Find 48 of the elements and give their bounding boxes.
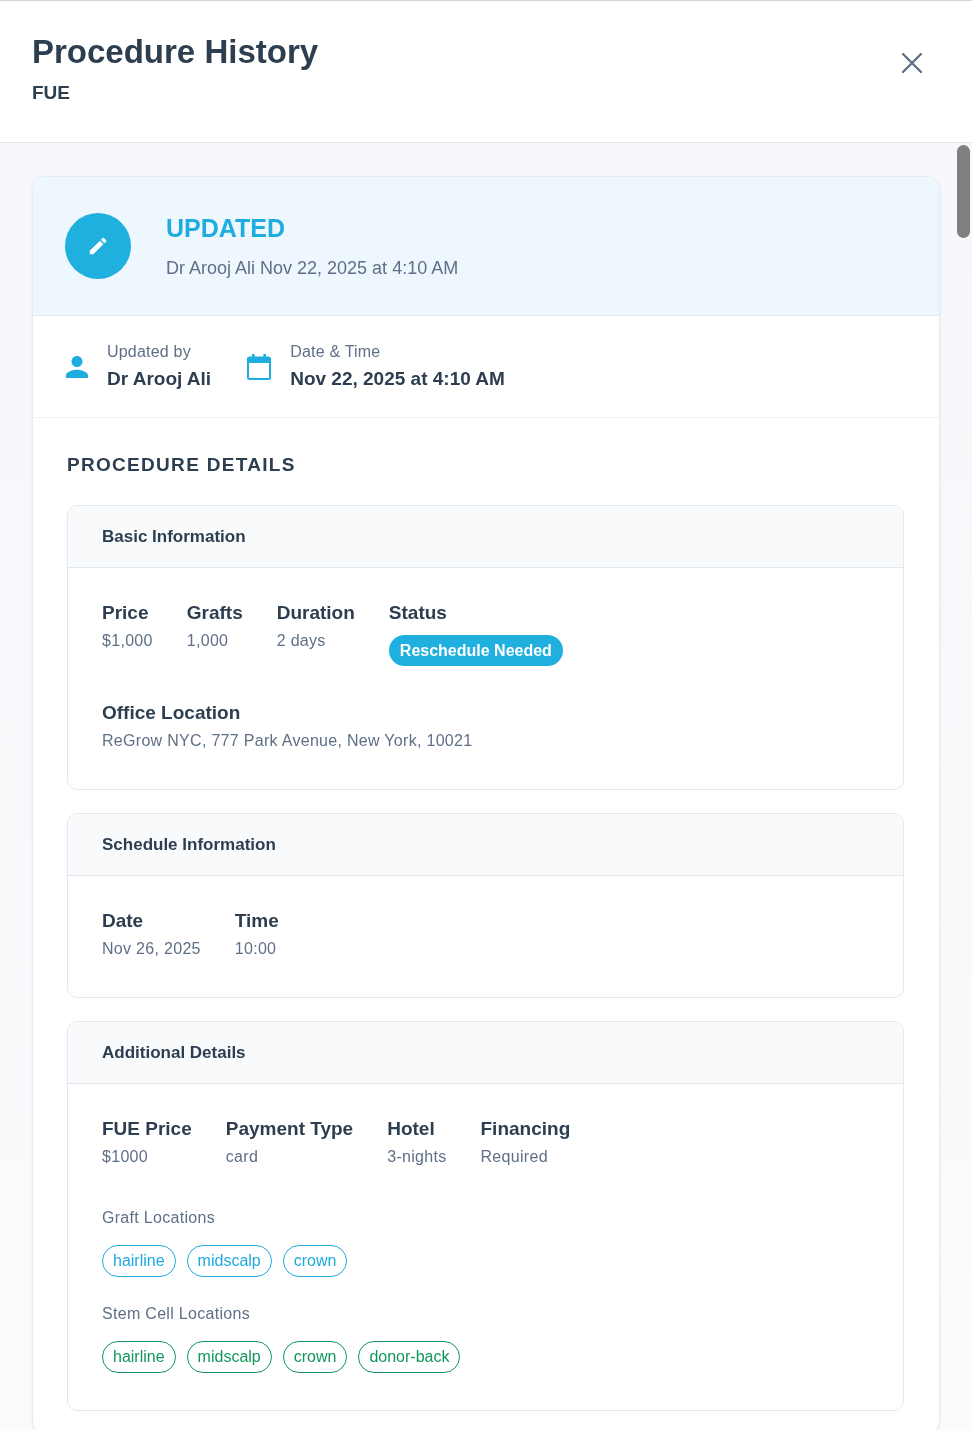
- location-tag: donor-back: [358, 1341, 461, 1373]
- field-label: Time: [234, 910, 279, 932]
- field-label: Price: [102, 602, 149, 624]
- meta-value: Nov 22, 2025 at 4:10 AM: [290, 367, 505, 391]
- field-value: 1,000: [186, 631, 229, 651]
- field-label: Status: [388, 602, 447, 624]
- meta-value: Dr Arooj Ali: [107, 367, 212, 391]
- event-type: UPDATED: [166, 212, 286, 243]
- field-label: FUE Price: [102, 1118, 192, 1140]
- close-icon: [902, 53, 922, 73]
- field-label: Office Location: [102, 702, 241, 724]
- field-label: Duration: [276, 602, 355, 624]
- procedure-type: FUE: [32, 82, 70, 104]
- section-heading: PROCEDURE DETAILS: [67, 453, 297, 477]
- scrollbar-thumb[interactable]: [957, 145, 970, 238]
- card-title: Schedule Information: [102, 833, 276, 856]
- field-value: Nov 26, 2025: [102, 939, 201, 959]
- location-tag: crown: [282, 1245, 348, 1277]
- card-title: Basic Information: [102, 525, 246, 548]
- field-value: 2 days: [276, 631, 326, 651]
- field-value: 3-nights: [387, 1147, 447, 1167]
- dialog-title: Procedure History: [32, 33, 319, 71]
- event-summary: Dr Arooj Ali Nov 22, 2025 at 4:10 AM: [166, 256, 459, 280]
- field-label: Financing: [480, 1118, 571, 1140]
- location-tag: crown: [282, 1341, 348, 1373]
- status-badge: Reschedule Needed: [388, 635, 563, 666]
- field-label: Payment Type: [225, 1118, 354, 1140]
- location-tag: midscalp: [186, 1341, 272, 1373]
- group-label: Stem Cell Locations: [102, 1304, 251, 1324]
- field-label: Grafts: [186, 602, 243, 624]
- field-label: Hotel: [387, 1118, 435, 1140]
- field-value: $1,000: [102, 631, 153, 651]
- card-title: Additional Details: [102, 1041, 246, 1064]
- location-tag: hairline: [102, 1245, 176, 1277]
- field-value: card: [225, 1147, 259, 1167]
- meta-label: Updated by: [107, 342, 192, 362]
- location-tag: hairline: [102, 1341, 176, 1373]
- location-tag: midscalp: [186, 1245, 272, 1277]
- person-icon: [66, 355, 88, 378]
- field-value: 10:00: [234, 939, 277, 959]
- field-label: Date: [102, 910, 144, 932]
- field-value: ReGrow NYC, 777 Park Avenue, New York, 10021: [102, 731, 473, 751]
- field-value: $1000: [102, 1147, 148, 1167]
- calendar-icon: [247, 353, 272, 380]
- meta-label: Date & Time: [290, 342, 382, 362]
- pencil-icon: [65, 213, 131, 279]
- group-label: Graft Locations: [102, 1208, 216, 1228]
- field-value: Required: [480, 1147, 548, 1167]
